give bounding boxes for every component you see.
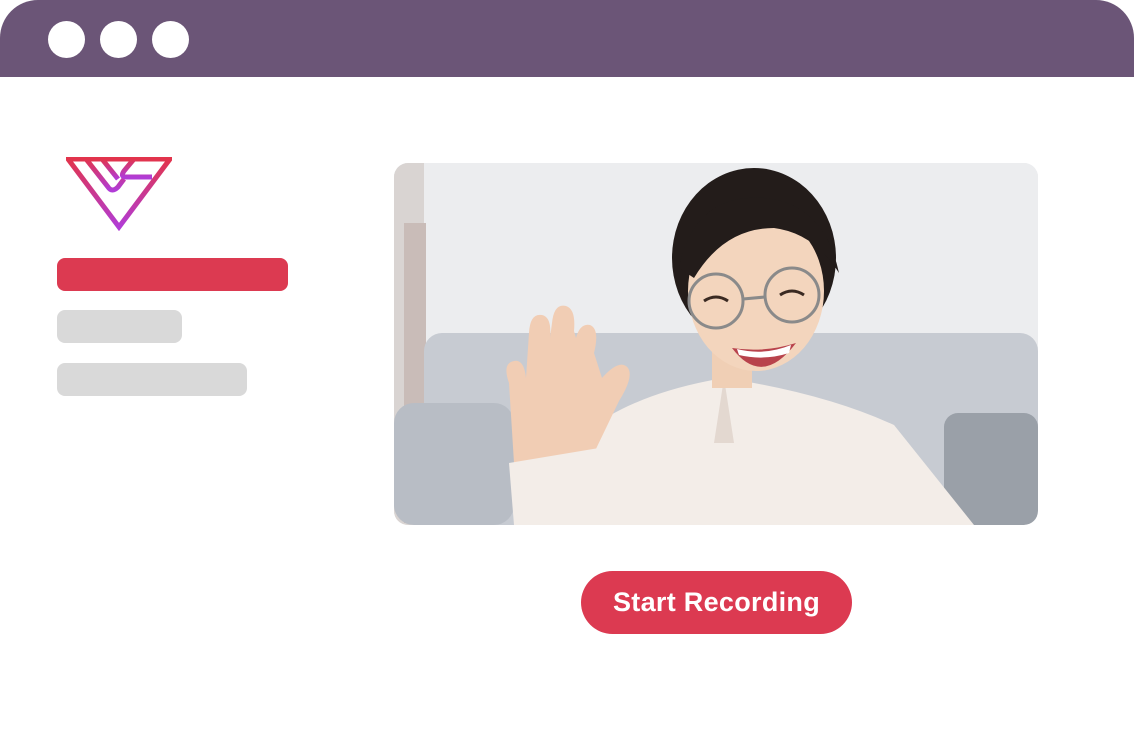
sidebar-item-placeholder[interactable] — [57, 363, 247, 396]
window-control-maximize[interactable] — [152, 21, 189, 58]
sidebar-item-placeholder[interactable] — [57, 310, 182, 343]
brand-logo-icon — [63, 156, 175, 232]
window-control-minimize[interactable] — [100, 21, 137, 58]
start-recording-button[interactable]: Start Recording — [581, 571, 852, 634]
webcam-preview — [394, 163, 1038, 525]
webcam-person-image — [394, 163, 1038, 525]
title-bar — [0, 0, 1134, 77]
sidebar-item-active[interactable] — [57, 258, 288, 291]
app-window: Start Recording — [0, 0, 1134, 745]
window-control-close[interactable] — [48, 21, 85, 58]
